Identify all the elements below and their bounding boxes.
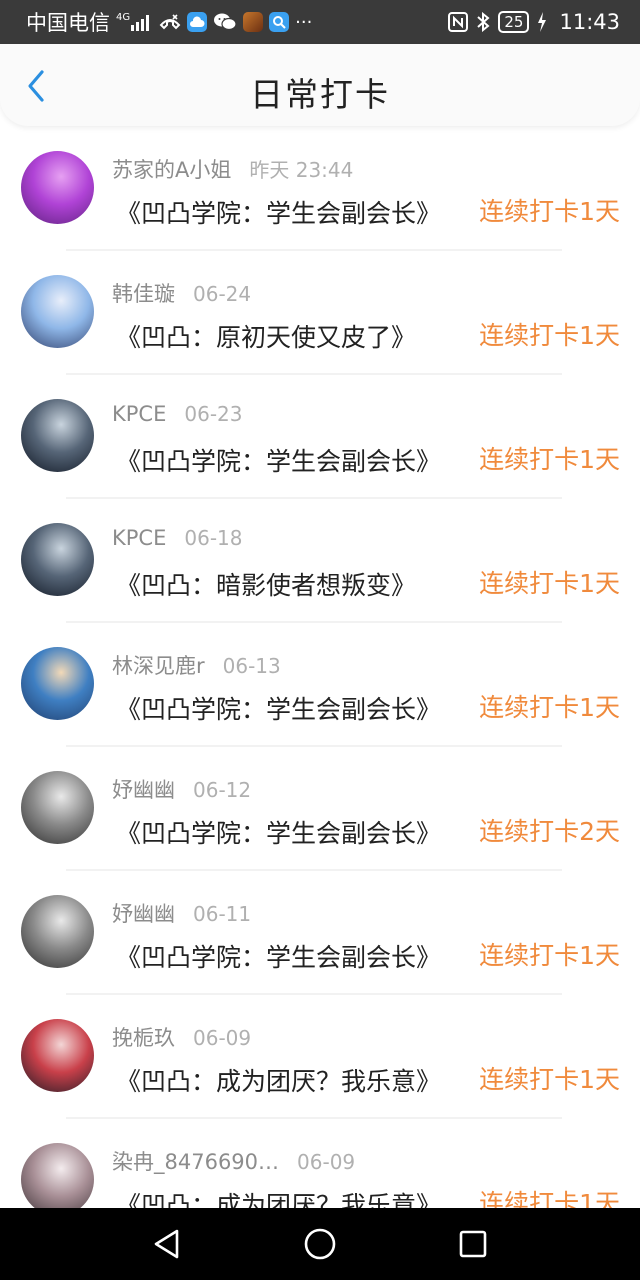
name-line: 韩佳璇 06-24: [112, 278, 251, 308]
name-line: KPCE 06-23: [112, 402, 243, 426]
more-dots-icon: ···: [295, 11, 313, 33]
name-line: 染冉_8476690… 06-09: [112, 1146, 355, 1176]
book-title[interactable]: 《凹凸学院：学生会副会长》: [116, 442, 448, 478]
nav-back-icon: [154, 1229, 178, 1259]
nav-recents-icon: [460, 1230, 487, 1258]
name-line: 林深见鹿r 06-13: [112, 650, 281, 680]
checkin-date: 昨天 23:44: [249, 158, 354, 182]
book-title[interactable]: 《凹凸：成为团厌？我乐意》: [116, 1062, 448, 1098]
header: 日常打卡: [0, 44, 640, 126]
user-name[interactable]: 挽栀玖: [112, 1022, 175, 1052]
navigation-bar: [0, 1208, 640, 1280]
list-item[interactable]: KPCE 06-18 《凹凸：暗影使者想叛变》 连续打卡1天: [0, 498, 640, 622]
checkin-date: 06-24: [193, 282, 252, 306]
user-name[interactable]: 妤幽幽: [112, 774, 175, 804]
streak-label: 连续打卡1天: [479, 941, 620, 970]
book-title[interactable]: 《凹凸：原初天使又皮了》: [116, 318, 448, 354]
user-name[interactable]: 苏家的A小姐: [112, 154, 231, 184]
search-app-icon: [269, 12, 290, 32]
avatar[interactable]: [21, 1143, 94, 1208]
streak-label: 连续打卡1天: [479, 569, 620, 598]
checkin-list[interactable]: 苏家的A小姐 昨天 23:44 《凹凸学院：学生会副会长》 连续打卡1天 韩佳璇 06-2…: [0, 126, 640, 1208]
avatar[interactable]: [21, 771, 94, 844]
status-right: 25 11:43: [448, 10, 620, 34]
game-icon: [243, 12, 264, 32]
streak-label: 连续打卡1天: [479, 321, 620, 350]
user-name[interactable]: KPCE: [112, 402, 166, 426]
streak-label: 连续打卡1天: [479, 693, 620, 722]
call-icon: [159, 13, 181, 31]
nav-home-icon: [304, 1228, 336, 1260]
book-title[interactable]: 《凹凸学院：学生会副会长》: [116, 690, 448, 726]
streak-label: 连续打卡1天: [479, 445, 620, 474]
cloud-icon: [187, 12, 208, 32]
book-title[interactable]: 《凹凸学院：学生会副会长》: [116, 814, 448, 850]
avatar[interactable]: [21, 523, 94, 596]
list-item[interactable]: 林深见鹿r 06-13 《凹凸学院：学生会副会长》 连续打卡1天: [0, 622, 640, 746]
clock: 11:43: [559, 10, 620, 34]
page-title: 日常打卡: [250, 75, 390, 114]
book-title[interactable]: 《凹凸：成为团厌？我乐意》: [116, 1186, 448, 1208]
book-title[interactable]: 《凹凸学院：学生会副会长》: [116, 194, 448, 230]
name-line: 妤幽幽 06-12: [112, 774, 251, 804]
list-item[interactable]: 挽栀玖 06-09 《凹凸：成为团厌？我乐意》 连续打卡1天: [0, 994, 640, 1118]
checkin-date: 06-12: [193, 778, 252, 802]
list-item[interactable]: KPCE 06-23 《凹凸学院：学生会副会长》 连续打卡1天: [0, 374, 640, 498]
battery-icon: 25: [498, 11, 530, 33]
list-item[interactable]: 韩佳璇 06-24 《凹凸：原初天使又皮了》 连续打卡1天: [0, 250, 640, 374]
bluetooth-icon: [476, 12, 490, 32]
name-line: 妤幽幽 06-11: [112, 898, 251, 928]
status-bar: 中国电信 4G ··· 25 11:43: [0, 0, 640, 44]
checkin-date: 06-09: [193, 1026, 252, 1050]
streak-label: 连续打卡2天: [479, 817, 620, 846]
streak-label: 连续打卡1天: [479, 1189, 620, 1208]
checkin-date: 06-13: [222, 654, 281, 678]
user-name[interactable]: 林深见鹿r: [112, 650, 205, 680]
book-title[interactable]: 《凹凸：暗影使者想叛变》: [116, 566, 448, 602]
list-item[interactable]: 妤幽幽 06-11 《凹凸学院：学生会副会长》 连续打卡1天: [0, 870, 640, 994]
checkin-date: 06-18: [184, 526, 243, 550]
battery-level: 25: [504, 13, 524, 31]
list-item[interactable]: 苏家的A小姐 昨天 23:44 《凹凸学院：学生会副会长》 连续打卡1天: [0, 126, 640, 250]
avatar[interactable]: [21, 151, 94, 224]
nfc-icon: [448, 12, 469, 32]
checkin-date: 06-23: [184, 402, 243, 426]
user-name[interactable]: KPCE: [112, 526, 166, 550]
signal-icon: 4G: [116, 13, 153, 31]
avatar[interactable]: [21, 275, 94, 348]
avatar[interactable]: [21, 647, 94, 720]
checkin-date: 06-09: [297, 1150, 356, 1174]
name-line: 挽栀玖 06-09: [112, 1022, 251, 1052]
name-line: KPCE 06-18: [112, 526, 243, 550]
user-name[interactable]: 妤幽幽: [112, 898, 175, 928]
nav-home-button[interactable]: [290, 1214, 350, 1274]
avatar[interactable]: [21, 895, 94, 968]
list-item[interactable]: 染冉_8476690… 06-09 《凹凸：成为团厌？我乐意》 连续打卡1天: [0, 1118, 640, 1208]
network-type: 4G: [116, 12, 131, 23]
wechat-icon: [213, 12, 237, 32]
status-left: 中国电信 4G ···: [26, 7, 448, 37]
charging-icon: [537, 12, 547, 32]
checkin-date: 06-11: [193, 902, 252, 926]
avatar[interactable]: [21, 1019, 94, 1092]
name-line: 苏家的A小姐 昨天 23:44: [112, 154, 353, 184]
user-name[interactable]: 染冉_8476690…: [112, 1146, 279, 1176]
streak-label: 连续打卡1天: [479, 1065, 620, 1094]
user-name[interactable]: 韩佳璇: [112, 278, 175, 308]
streak-label: 连续打卡1天: [479, 197, 620, 226]
nav-back-button[interactable]: [137, 1214, 197, 1274]
list-item[interactable]: 妤幽幽 06-12 《凹凸学院：学生会副会长》 连续打卡2天: [0, 746, 640, 870]
nav-recents-button[interactable]: [443, 1214, 503, 1274]
carrier-label: 中国电信: [26, 11, 110, 35]
avatar[interactable]: [21, 399, 94, 472]
book-title[interactable]: 《凹凸学院：学生会副会长》: [116, 938, 448, 974]
